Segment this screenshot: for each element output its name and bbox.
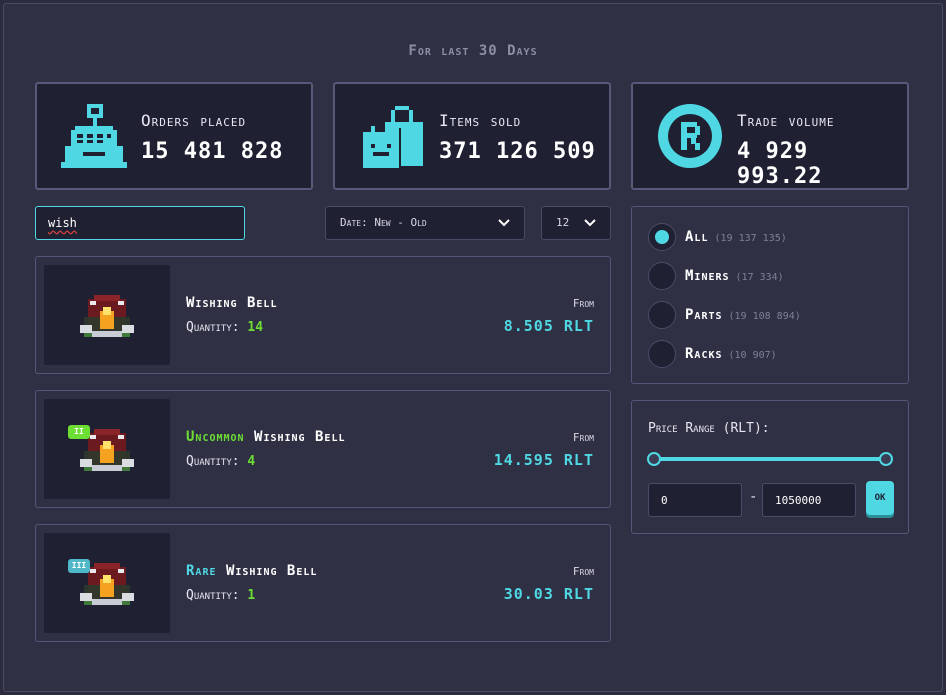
cash-register-icon — [61, 104, 127, 168]
radio-button[interactable] — [648, 340, 676, 368]
stat-card-items-sold: Items sold 371 126 509 — [333, 82, 611, 190]
radio-button[interactable] — [648, 301, 676, 329]
chevron-down-icon — [584, 219, 596, 227]
wishing-bell-icon — [80, 295, 134, 337]
price-range-panel: Price Range (RLT): - OK — [631, 400, 909, 534]
sort-dropdown[interactable]: Date: New - Old — [325, 206, 525, 240]
shopping-bags-icon — [363, 106, 423, 168]
price-min-input[interactable] — [648, 483, 742, 517]
category-label: Miners (17 334) — [685, 268, 784, 284]
search-input-text: wish — [48, 216, 77, 230]
quantity-label: Quantity: — [186, 588, 240, 603]
item-price: 14.595 RLT — [493, 451, 594, 469]
item-name: Uncommon Wishing Bell — [186, 429, 346, 445]
stat-card-orders: Orders placed 15 481 828 — [35, 82, 313, 190]
quantity-label: Quantity: — [186, 320, 240, 335]
wishing-bell-icon — [80, 429, 134, 471]
item-name: Rare Wishing Bell — [186, 563, 317, 579]
stat-card-trade-volume: Trade volume 4 929 993.22 — [631, 82, 909, 190]
item-thumbnail: III — [44, 533, 170, 633]
stat-label: Items sold — [439, 111, 522, 130]
item-quantity: Quantity: 4 — [186, 454, 255, 469]
price-slider-track[interactable] — [654, 457, 886, 461]
item-title: Wishing Bell — [225, 563, 318, 579]
category-count: (19 108 894) — [728, 311, 801, 322]
rlt-coin-icon — [658, 104, 722, 168]
item-quantity: Quantity: 1 — [186, 588, 255, 603]
range-separator: - — [749, 489, 758, 505]
category-name: Parts — [685, 307, 723, 323]
price-slider-min-handle[interactable] — [647, 452, 661, 466]
category-filter: All (19 137 135) Miners (17 334) Parts (19 … — [631, 206, 909, 384]
item-price: 8.505 RLT — [503, 317, 594, 335]
category-name: Miners — [685, 268, 730, 284]
quantity-value: 1 — [247, 588, 256, 603]
listing-card[interactable]: III Rare Wishing Bell Quantity: 1 From 3… — [35, 524, 611, 642]
ok-button[interactable]: OK — [866, 481, 894, 515]
stat-value: 371 126 509 — [439, 139, 596, 164]
quantity-value: 14 — [247, 320, 264, 335]
item-title: Wishing Bell — [186, 295, 278, 311]
item-thumbnail: II — [44, 399, 170, 499]
stat-value: 4 929 993.22 — [737, 139, 823, 189]
radio-button[interactable] — [648, 262, 676, 290]
category-label: Parts (19 108 894) — [685, 307, 801, 323]
item-title: Wishing Bell — [254, 429, 346, 445]
item-thumbnail — [44, 265, 170, 365]
wishing-bell-icon — [80, 563, 134, 605]
chevron-down-icon — [498, 219, 510, 227]
category-count: (17 334) — [735, 272, 784, 283]
stat-label: Orders placed — [141, 111, 247, 130]
tier-badge: III — [68, 559, 90, 573]
item-price: 30.03 RLT — [503, 585, 594, 603]
per-page-dropdown[interactable]: 12 — [541, 206, 611, 240]
tier-badge: II — [68, 425, 90, 439]
listing-card[interactable]: II Uncommon Wishing Bell Quantity: 4 Fro… — [35, 390, 611, 508]
listing-card[interactable]: Wishing Bell Quantity: 14 From 8.505 RLT — [35, 256, 611, 374]
category-name: All — [685, 229, 709, 245]
price-max-input[interactable] — [762, 483, 856, 517]
sort-selected: Date: New - Old — [340, 216, 427, 229]
period-heading: For last 30 Days — [408, 43, 538, 59]
radio-button[interactable] — [648, 223, 676, 251]
item-name: Wishing Bell — [186, 295, 277, 311]
category-label: All (19 137 135) — [685, 229, 787, 245]
price-from-label: From — [572, 431, 594, 444]
price-from-label: From — [572, 297, 594, 310]
category-count: (10 907) — [728, 350, 777, 361]
item-rarity: Rare — [186, 563, 217, 579]
category-label: Racks (10 907) — [685, 346, 777, 362]
stat-label: Trade volume — [737, 111, 835, 130]
category-name: Racks — [685, 346, 723, 362]
price-slider-max-handle[interactable] — [879, 452, 893, 466]
price-range-title: Price Range (RLT): — [648, 421, 770, 436]
item-rarity: Uncommon — [186, 429, 245, 445]
item-quantity: Quantity: 14 — [186, 320, 263, 335]
quantity-value: 4 — [247, 454, 256, 469]
price-from-label: From — [572, 565, 594, 578]
per-page-selected: 12 — [556, 216, 570, 229]
quantity-label: Quantity: — [186, 454, 240, 469]
stat-value: 15 481 828 — [141, 139, 284, 164]
category-count: (19 137 135) — [714, 233, 787, 244]
